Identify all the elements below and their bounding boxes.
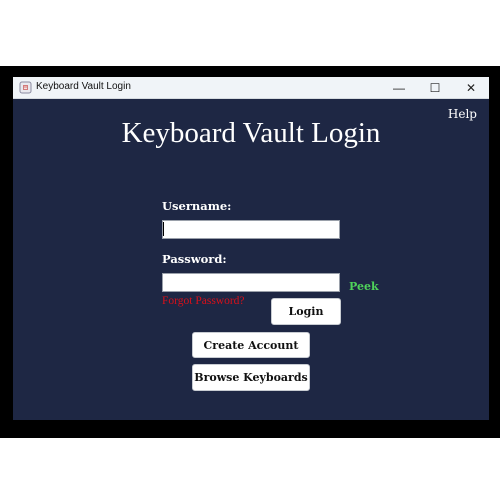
browse-keyboards-button[interactable]: Browse Keyboards	[192, 364, 310, 391]
login-window: Keyboard Vault Login — ☐ ✕ Help Keyboard…	[13, 77, 489, 420]
peek-toggle[interactable]: Peek	[349, 280, 379, 293]
password-label: Password:	[162, 252, 227, 266]
text-caret	[163, 222, 164, 236]
login-button-label: Login	[288, 305, 324, 318]
window-title: Keyboard Vault Login	[36, 81, 131, 92]
username-label: Username:	[162, 199, 232, 213]
username-field[interactable]	[162, 220, 340, 239]
minimize-icon: —	[393, 81, 405, 95]
maximize-button[interactable]: ☐	[417, 77, 453, 99]
login-button[interactable]: Login	[271, 298, 341, 325]
title-bar: Keyboard Vault Login — ☐ ✕	[13, 77, 489, 99]
maximize-icon: ☐	[429, 81, 441, 95]
browse-keyboards-label: Browse Keyboards	[194, 371, 308, 384]
close-icon: ✕	[465, 81, 477, 95]
close-button[interactable]: ✕	[453, 77, 489, 99]
forgot-password-link[interactable]: Forgot Password?	[162, 295, 245, 307]
password-field[interactable]	[162, 273, 340, 292]
app-icon	[19, 81, 32, 94]
create-account-button[interactable]: Create Account	[192, 332, 310, 358]
page-title: Keyboard Vault Login	[121, 117, 381, 149]
minimize-button[interactable]: —	[381, 77, 417, 99]
create-account-label: Create Account	[203, 338, 299, 352]
